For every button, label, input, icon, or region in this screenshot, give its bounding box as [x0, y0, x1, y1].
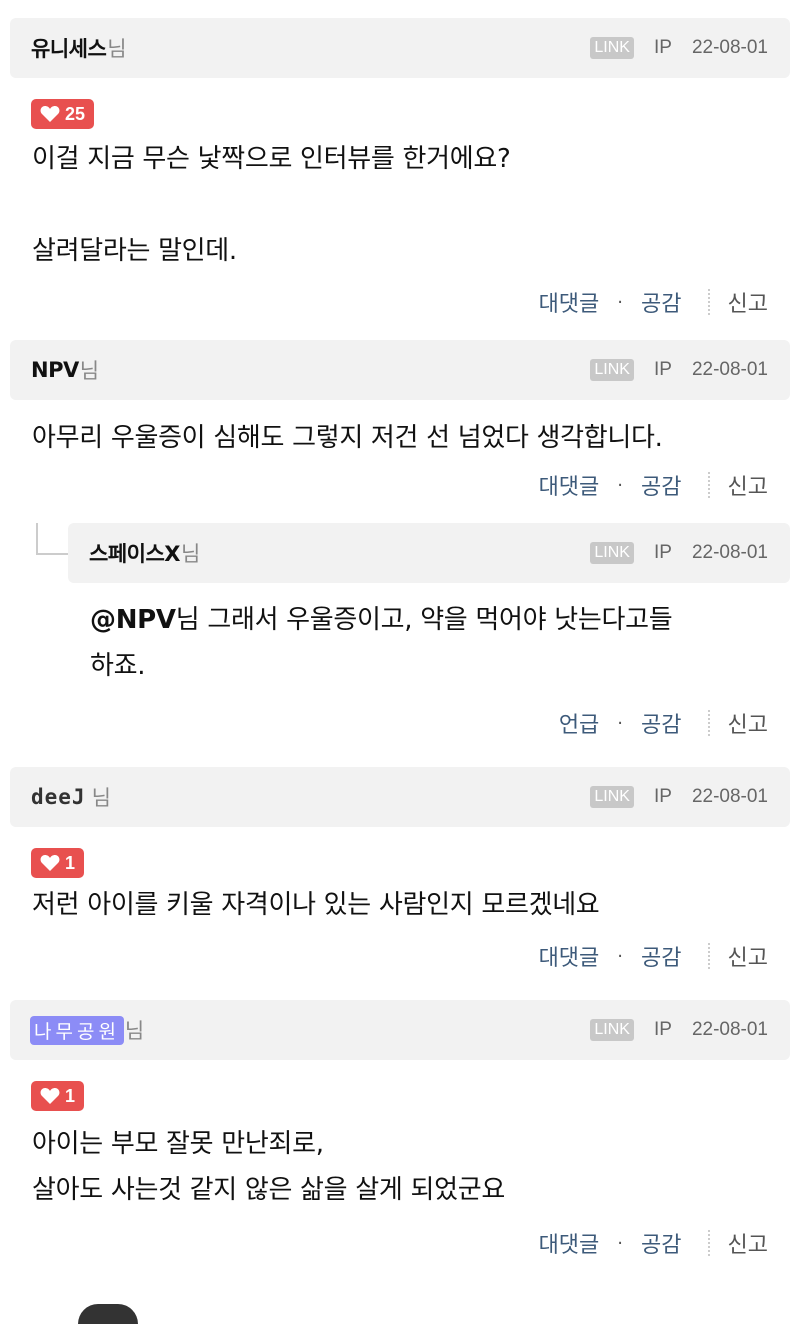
divider: [707, 1230, 710, 1256]
comment-date: 22-08-01: [691, 1019, 768, 1040]
empathy-button[interactable]: 공감: [641, 1227, 681, 1259]
reply-comment: 스페이스X 님 LINK IP 22-08-01 @NPV님 그래서 우울증이고,…: [0, 505, 800, 743]
heart-icon: [40, 855, 60, 871]
divider: [707, 943, 710, 969]
author-name[interactable]: NPV: [31, 358, 79, 382]
comment-date: 22-08-01: [691, 359, 768, 380]
comment-date: 22-08-01: [691, 542, 768, 563]
empathy-button[interactable]: 공감: [641, 286, 681, 318]
like-count-badge[interactable]: 1: [31, 1081, 85, 1111]
ip-label: IP: [653, 1019, 672, 1040]
empathy-button[interactable]: 공감: [641, 940, 681, 972]
comment-body: 이걸 지금 무슨 낯짝으로 인터뷰를 한거에요? 살려달라는 말인데.: [32, 136, 800, 274]
author-name[interactable]: 스페이스X: [89, 538, 180, 568]
empathy-button[interactable]: 공감: [641, 469, 681, 501]
report-button[interactable]: 신고: [728, 1227, 768, 1259]
comment-actions: 대댓글 · 공감 신고: [0, 282, 768, 322]
like-count-badge[interactable]: 1: [31, 848, 85, 878]
comment-header: 스페이스X 님 LINK IP 22-08-01: [68, 523, 790, 583]
dot-separator: ·: [617, 945, 624, 967]
ip-label: IP: [653, 359, 672, 380]
comment-date: 22-08-01: [691, 786, 768, 807]
comment-meta: LINK IP 22-08-01: [590, 1000, 768, 1060]
comment-meta: LINK IP 22-08-01: [590, 523, 768, 583]
mention-button[interactable]: 언급: [559, 707, 599, 739]
reply-button[interactable]: 대댓글: [539, 940, 600, 972]
comment-date: 22-08-01: [691, 37, 768, 58]
author-suffix: 님: [180, 542, 201, 566]
comment-line: 이걸 지금 무슨 낯짝으로 인터뷰를 한거에요?: [32, 144, 511, 174]
report-button[interactable]: 신고: [728, 286, 768, 318]
divider: [707, 472, 710, 498]
link-badge[interactable]: LINK: [590, 359, 634, 381]
comment-body: @NPV님 그래서 우울증이고, 약을 먹어야 낫는다고들 하죠.: [90, 597, 800, 689]
like-count: 25: [65, 103, 86, 124]
ip-label: IP: [653, 542, 672, 563]
dot-separator: ·: [617, 712, 624, 734]
comment: deeJ 님 LINK IP 22-08-01 1 저런 아이를 키울 자격이나 …: [0, 743, 800, 976]
divider: [707, 710, 710, 736]
author-suffix: 님: [91, 786, 111, 810]
report-button[interactable]: 신고: [728, 707, 768, 739]
dot-separator: ·: [617, 474, 624, 496]
comment-header: NPV 님 LINK IP 22-08-01: [10, 340, 790, 400]
comment: 나무공원 님 LINK IP 22-08-01 1 아이는 부모 잘못 만난죄로,…: [0, 976, 800, 1263]
reply-button[interactable]: 대댓글: [539, 1227, 600, 1259]
author-suffix: 님: [107, 37, 127, 61]
comment-body: 아이는 부모 잘못 만난죄로, 살아도 사는것 같지 않은 삶을 살게 되었군요: [32, 1121, 800, 1213]
author-suffix: 님: [124, 1019, 145, 1043]
reply-button[interactable]: 대댓글: [539, 469, 600, 501]
comment-body: 저런 아이를 키울 자격이나 있는 사람인지 모르겠네요: [32, 882, 800, 928]
comment-line: 아무리 우울증이 심해도 그렇지 저건 선 넘었다 생각합니다.: [32, 423, 663, 453]
comment-actions: 대댓글 · 공감 신고: [0, 465, 768, 505]
avatar: [78, 1304, 138, 1324]
ip-label: IP: [653, 786, 672, 807]
comment-actions: 대댓글 · 공감 신고: [0, 1223, 768, 1263]
comment-header: 나무공원 님 LINK IP 22-08-01: [10, 1000, 790, 1060]
comment-meta: LINK IP 22-08-01: [590, 340, 768, 400]
comment-actions: 언급 · 공감 신고: [0, 703, 768, 743]
link-badge[interactable]: LINK: [590, 542, 634, 564]
comment-body: 아무리 우울증이 심해도 그렇지 저건 선 넘었다 생각합니다.: [32, 415, 800, 461]
dot-separator: ·: [617, 1232, 624, 1254]
report-button[interactable]: 신고: [728, 469, 768, 501]
link-badge[interactable]: LINK: [590, 1019, 634, 1041]
comment-text: 님 그래서 우울증이고, 약을 먹어야 낫는다고들: [175, 605, 673, 635]
comment-line: 하죠.: [90, 651, 146, 681]
link-badge[interactable]: LINK: [590, 786, 634, 808]
mention-link[interactable]: @NPV: [90, 605, 176, 635]
comment-line: 살려달라는 말인데.: [32, 236, 237, 266]
heart-icon: [40, 1088, 60, 1104]
comment-header: deeJ 님 LINK IP 22-08-01: [10, 767, 790, 827]
author-name[interactable]: deeJ: [31, 785, 86, 809]
author-suffix: 님: [79, 359, 100, 383]
comment-header: 유니세스 님 LINK IP 22-08-01: [10, 18, 790, 78]
comment-line: [32, 182, 800, 228]
comment: 유니세스 님 LINK IP 22-08-01 25 이걸 지금 무슨 낯짝으로 …: [0, 0, 800, 322]
empathy-button[interactable]: 공감: [641, 707, 681, 739]
comment-line: @NPV님 그래서 우울증이고, 약을 먹어야 낫는다고들: [90, 597, 800, 643]
reply-button[interactable]: 대댓글: [539, 286, 600, 318]
link-badge[interactable]: LINK: [590, 37, 634, 59]
comment-line: 저런 아이를 키울 자격이나 있는 사람인지 모르겠네요: [32, 890, 600, 920]
author-name[interactable]: 나무공원: [30, 1015, 124, 1045]
like-count-badge[interactable]: 25: [31, 99, 95, 129]
like-count: 1: [65, 852, 76, 873]
ip-label: IP: [653, 37, 672, 58]
comment: NPV 님 LINK IP 22-08-01 아무리 우울증이 심해도 그렇지 저…: [0, 322, 800, 505]
comment-meta: LINK IP 22-08-01: [590, 18, 768, 78]
divider: [707, 289, 710, 315]
author-name[interactable]: 유니세스: [31, 33, 107, 63]
heart-icon: [40, 106, 60, 122]
comment-line: 살아도 사는것 같지 않은 삶을 살게 되었군요: [32, 1175, 505, 1205]
comment-meta: LINK IP 22-08-01: [590, 767, 768, 827]
reply-connector: [36, 523, 68, 555]
dot-separator: ·: [617, 291, 624, 313]
comment-actions: 대댓글 · 공감 신고: [0, 936, 768, 976]
report-button[interactable]: 신고: [728, 940, 768, 972]
author-name-badge: 나무공원: [30, 1015, 124, 1045]
like-count: 1: [65, 1085, 76, 1106]
comment-line: 아이는 부모 잘못 만난죄로,: [32, 1129, 324, 1159]
